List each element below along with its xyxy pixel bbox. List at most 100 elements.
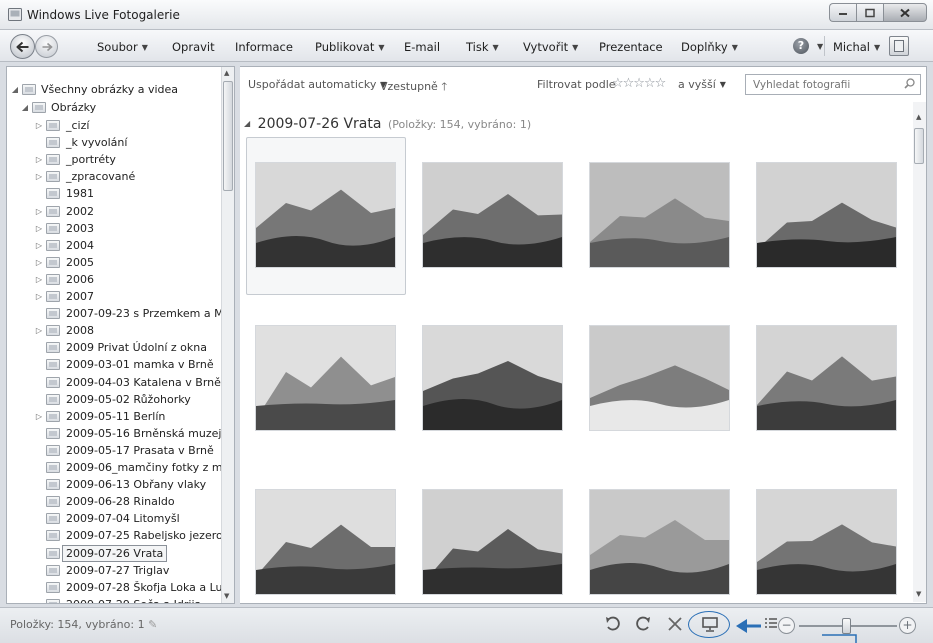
close-button[interactable] [883, 3, 927, 22]
photo-thumbnail[interactable] [256, 490, 395, 594]
maximize-button[interactable] [856, 3, 883, 22]
title-bar: Windows Live Fotogalerie [0, 0, 933, 30]
expand-arrow-icon[interactable]: ▷ [34, 168, 44, 185]
delete-icon[interactable] [666, 615, 684, 633]
zoom-in-icon[interactable]: + [899, 617, 916, 634]
rotate-left-icon[interactable] [604, 615, 622, 633]
collapse-arrow-icon[interactable]: ◢ [244, 119, 250, 128]
tree-item-folder[interactable]: 2009 Privat Údolní z okna [7, 339, 234, 356]
tree-item-folder[interactable]: 2009-05-17 Prasata v Brně [7, 442, 234, 459]
tree-item-folder[interactable]: 2009-03-01 mamka v Brně [7, 356, 234, 373]
tree-item-folder[interactable]: ▷ 2009-05-11 Berlín [7, 408, 234, 425]
tree-item-folder[interactable]: 2009-07-29 Soča a Idrija [7, 596, 234, 603]
tree-scroll-thumb[interactable] [223, 81, 233, 191]
edit-pencil-icon[interactable]: ✎ [148, 618, 157, 631]
tree-item-folder[interactable]: 2009-06-13 Obřany vlaky [7, 476, 234, 493]
photo-thumbnail[interactable] [590, 326, 729, 430]
menu-user[interactable]: Michal ▼ [833, 40, 880, 54]
tree-item-folder[interactable]: 2009-07-04 Litomyšl [7, 510, 234, 527]
tree-item-folder[interactable]: 2009-06-28 Rinaldo [7, 493, 234, 510]
menu-doplnky[interactable]: Doplňky ▼ [681, 40, 738, 54]
tree-item-pictures[interactable]: ◢ Obrázky [7, 99, 234, 116]
tree-item-folder[interactable]: 2009-05-16 Brněnská muzejní r [7, 425, 234, 442]
tree-item-folder[interactable]: ▷ 2004 [7, 237, 234, 254]
tree-item-folder[interactable]: 2009-07-26 Vrata [7, 544, 234, 562]
rotate-right-icon[interactable] [634, 615, 652, 633]
arrange-dropdown[interactable]: Uspořádat automaticky ▼ [248, 78, 387, 91]
photo-thumbnail[interactable] [423, 326, 562, 430]
expand-arrow-icon[interactable]: ▷ [34, 151, 44, 168]
expand-arrow-icon[interactable]: ▷ [34, 220, 44, 237]
tree-item-folder[interactable]: ▷ 2002 [7, 203, 234, 220]
photo-thumbnail[interactable] [590, 163, 729, 267]
rating-dropdown[interactable]: a vyšší ▼ [678, 78, 726, 91]
account-picture-icon[interactable] [889, 36, 909, 56]
tree-item-folder[interactable]: 2009-07-27 Triglav [7, 562, 234, 579]
photo-thumbnail[interactable] [757, 490, 896, 594]
scroll-up-icon[interactable]: ▲ [916, 113, 921, 121]
menu-opravit[interactable]: Opravit [172, 40, 215, 54]
gallery-scroll-thumb[interactable] [914, 128, 924, 164]
group-header[interactable]: ◢ 2009-07-26 Vrata (Položky: 154, vybrán… [244, 116, 531, 132]
help-dropdown-caret[interactable]: ▼ [813, 39, 823, 53]
menu-tisk[interactable]: Tisk ▼ [466, 40, 499, 54]
tree-item-folder[interactable]: ▷ _cizí [7, 117, 234, 134]
back-button[interactable] [10, 34, 35, 59]
scroll-down-icon[interactable]: ▼ [224, 592, 229, 600]
gallery-scrollbar[interactable]: ▲ ▼ [913, 102, 926, 602]
menu-soubor[interactable]: Soubor ▼ [97, 40, 148, 54]
tree-item-folder[interactable]: 2009-04-03 Katalena v Brně [7, 374, 234, 391]
tree-item-folder[interactable]: ▷ _zpracované [7, 168, 234, 185]
tree-scrollbar[interactable]: ▲ ▼ [221, 67, 234, 603]
scroll-down-icon[interactable]: ▼ [916, 590, 921, 598]
tree-item-folder[interactable]: 2007-09-23 s Przemkem a Mart [7, 305, 234, 322]
expand-arrow-icon[interactable]: ▷ [34, 322, 44, 339]
menu-publikovat[interactable]: Publikovat ▼ [315, 40, 385, 54]
search-box[interactable] [745, 74, 921, 95]
tree-item-folder[interactable]: _k vyvolání [7, 134, 234, 151]
slideshow-icon[interactable] [701, 615, 719, 633]
help-icon[interactable]: ? [793, 38, 809, 54]
tree-item-folder[interactable]: 2009-05-02 Růžohorky [7, 391, 234, 408]
tree-item-folder[interactable]: ▷ 2008 [7, 322, 234, 339]
sort-order-button[interactable]: Vzestupně 🡑 [380, 78, 447, 97]
tree-item-folder[interactable]: ▷ _portréty [7, 151, 234, 168]
tree-item-folder[interactable]: ▷ 2003 [7, 220, 234, 237]
photo-thumbnail[interactable] [256, 326, 395, 430]
menu-email[interactable]: E-mail [404, 40, 440, 54]
expand-arrow-icon[interactable]: ▷ [34, 117, 44, 134]
tree-item-all[interactable]: ◢ Všechny obrázky a videa [7, 81, 234, 98]
photo-thumbnail[interactable] [256, 163, 395, 267]
expand-arrow-icon[interactable]: ▷ [34, 203, 44, 220]
menu-prezentace[interactable]: Prezentace [599, 40, 663, 54]
rating-filter-stars[interactable]: ☆☆☆☆☆ [612, 76, 666, 91]
expand-arrow-icon[interactable]: ▷ [34, 408, 44, 425]
search-icon[interactable] [904, 78, 915, 89]
tree-item-folder[interactable]: 2009-06_mamčiny fotky z mob [7, 459, 234, 476]
photo-thumbnail[interactable] [590, 490, 729, 594]
photo-thumbnail[interactable] [757, 163, 896, 267]
search-input[interactable] [746, 75, 896, 94]
minimize-button[interactable] [829, 3, 856, 22]
tree-item-folder[interactable]: 2009-07-28 Škofja Loka a Lubla [7, 579, 234, 596]
zoom-slider-handle[interactable] [842, 618, 851, 634]
tree-item-folder[interactable]: ▷ 2005 [7, 254, 234, 271]
menu-vytvorit[interactable]: Vytvořit ▼ [523, 40, 578, 54]
collapse-arrow-icon[interactable]: ◢ [10, 81, 20, 98]
expand-arrow-icon[interactable]: ▷ [34, 288, 44, 305]
forward-button[interactable] [35, 35, 58, 58]
photo-thumbnail[interactable] [757, 326, 896, 430]
expand-arrow-icon[interactable]: ▷ [34, 237, 44, 254]
photo-thumbnail[interactable] [423, 490, 562, 594]
collapse-arrow-icon[interactable]: ◢ [20, 99, 30, 116]
tree-item-folder[interactable]: 2009-07-25 Rabeljsko jezero [7, 527, 234, 544]
zoom-out-icon[interactable]: − [778, 617, 795, 634]
tree-item-folder[interactable]: ▷ 2006 [7, 271, 234, 288]
tree-item-folder[interactable]: 1981 [7, 185, 234, 202]
tree-item-folder[interactable]: ▷ 2007 [7, 288, 234, 305]
scroll-up-icon[interactable]: ▲ [224, 69, 229, 77]
photo-thumbnail[interactable] [423, 163, 562, 267]
expand-arrow-icon[interactable]: ▷ [34, 271, 44, 288]
menu-informace[interactable]: Informace [235, 40, 293, 54]
expand-arrow-icon[interactable]: ▷ [34, 254, 44, 271]
